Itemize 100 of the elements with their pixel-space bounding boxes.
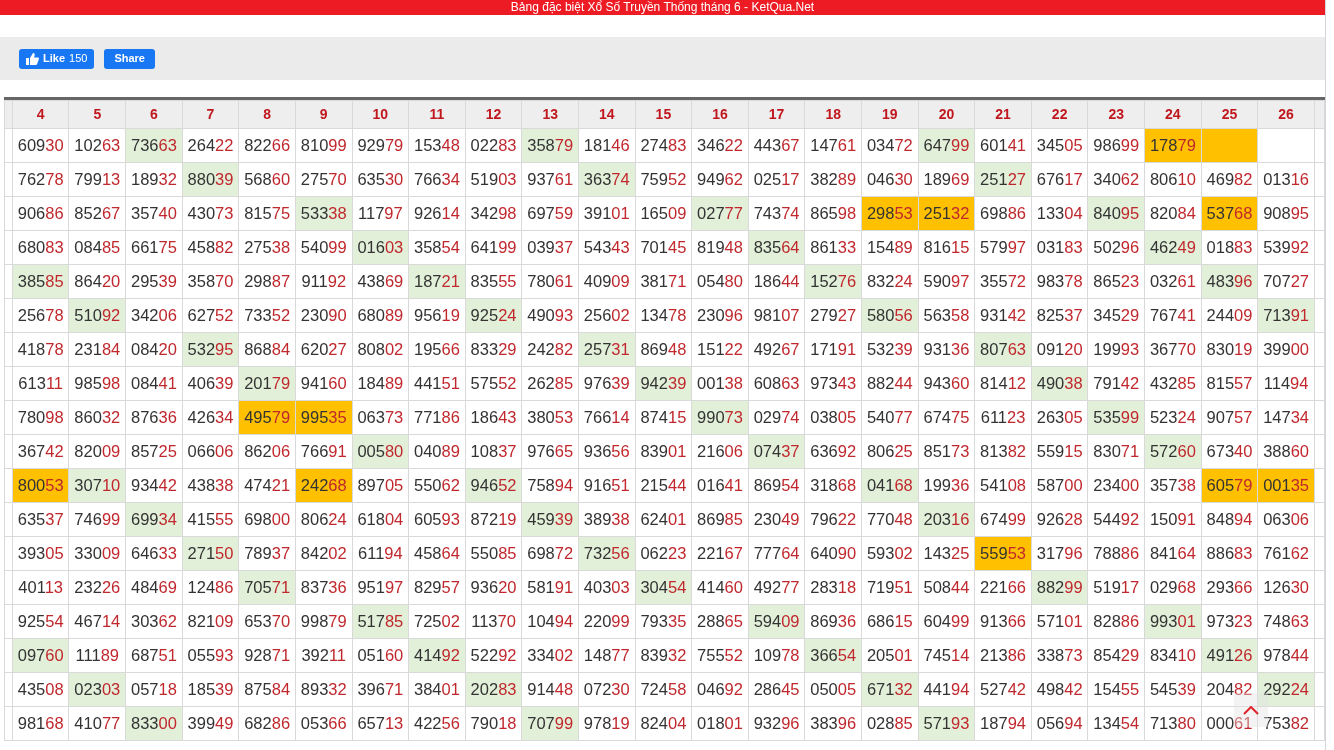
number-cell: 17191: [804, 332, 862, 367]
number-cell: 45864: [408, 536, 466, 571]
number-cell: 43869: [352, 264, 409, 299]
number-cell: 76614: [578, 400, 636, 435]
number-cell: 54539: [1144, 672, 1202, 707]
number-cell: 92628: [1031, 502, 1088, 537]
number-cell: 30362: [125, 604, 183, 639]
number-cell: 67475: [918, 400, 975, 435]
number-cell: 42634: [182, 400, 239, 435]
number-cell: 51917: [1087, 570, 1145, 605]
number-cell: 82537: [1031, 298, 1088, 333]
number-cell: 05480: [691, 264, 749, 299]
number-cell: 60593: [408, 502, 466, 537]
number-cell: 03937: [521, 230, 579, 265]
number-cell: 70799: [521, 706, 579, 741]
number-cell: 58056: [861, 298, 919, 333]
column-header: 17: [748, 100, 805, 129]
number-cell: 18643: [465, 400, 522, 435]
number-cell: 84202: [295, 536, 353, 571]
number-cell: 95197: [352, 570, 409, 605]
number-cell: 55953: [974, 536, 1032, 571]
number-cell: 78937: [238, 536, 296, 571]
number-cell: 13304: [1031, 196, 1088, 231]
column-header: 4: [12, 100, 69, 129]
number-cell: 40639: [182, 366, 239, 401]
number-cell: 16509: [635, 196, 692, 231]
number-cell: 97639: [578, 366, 636, 401]
number-cell: 58191: [521, 570, 579, 605]
share-button[interactable]: Share: [104, 48, 155, 69]
number-cell: 15489: [861, 230, 919, 265]
number-cell: 45882: [182, 230, 239, 265]
number-cell: 20316: [918, 502, 975, 537]
number-cell: 64090: [804, 536, 862, 571]
number-cell: 93136: [918, 332, 975, 367]
number-cell: 11797: [352, 196, 409, 231]
number-cell: 81948: [691, 230, 749, 265]
number-cell: 14761: [804, 128, 862, 163]
number-cell: 79142: [1087, 366, 1145, 401]
number-cell: 82109: [182, 604, 239, 639]
number-cell: 25132: [918, 196, 975, 231]
column-header: 5: [69, 100, 126, 129]
number-cell: 67499: [974, 502, 1032, 537]
number-cell: 98378: [1031, 264, 1088, 299]
column-header: 12: [465, 100, 522, 129]
number-cell: 91192: [295, 264, 353, 299]
number-cell: 88683: [1201, 536, 1258, 571]
number-cell: 60141: [974, 128, 1032, 163]
number-cell: 86420: [69, 264, 126, 299]
number-cell: 68083: [12, 230, 69, 265]
number-cell: 93620: [465, 570, 522, 605]
number-cell: 53992: [1257, 230, 1315, 265]
number-cell: 11189: [69, 638, 126, 673]
number-cell: 86884: [238, 332, 296, 367]
number-cell: 35870: [182, 264, 239, 299]
number-cell: 77186: [408, 400, 466, 435]
number-cell: 92524: [465, 298, 522, 333]
number-cell: 14325: [918, 536, 975, 571]
number-cell: 81412: [974, 366, 1032, 401]
number-cell: 98168: [12, 706, 69, 741]
column-header: 10: [352, 100, 409, 129]
number-cell: 03261: [1144, 264, 1202, 299]
number-cell: 05366: [295, 706, 353, 741]
number-cell: 11494: [1257, 366, 1315, 401]
number-cell: 54077: [861, 400, 919, 435]
number-cell: 79622: [804, 502, 862, 537]
number-cell: 34206: [125, 298, 183, 333]
number-cell: 91448: [521, 672, 579, 707]
caret-up-icon: [1243, 705, 1259, 715]
number-cell: 68751: [125, 638, 183, 673]
number-cell: 78886: [1087, 536, 1145, 571]
number-cell: 98107: [748, 298, 805, 333]
number-cell: 34622: [691, 128, 749, 163]
number-cell: 31796: [1031, 536, 1088, 571]
number-cell: 49038: [1031, 366, 1088, 401]
like-button[interactable]: Like 150: [19, 48, 95, 69]
number-cell: 08420: [125, 332, 183, 367]
number-cell: 39305: [12, 536, 69, 571]
number-cell: 71380: [1144, 706, 1202, 741]
number-cell: 83901: [635, 434, 692, 469]
number-cell: 25678: [12, 298, 69, 333]
number-cell: 25731: [578, 332, 636, 367]
number-cell: 07437: [748, 434, 805, 469]
number-cell: 54492: [1087, 502, 1145, 537]
number-cell: 49267: [748, 332, 805, 367]
number-cell: 05160: [352, 638, 409, 673]
number-cell: 10978: [748, 638, 805, 673]
number-cell: 07230: [578, 672, 636, 707]
number-cell: 93442: [125, 468, 183, 503]
number-cell: 15276: [804, 264, 862, 299]
number-cell: 76162: [1257, 536, 1315, 571]
number-cell: 38171: [635, 264, 692, 299]
number-cell: 38053: [521, 400, 579, 435]
number-cell: 40113: [12, 570, 69, 605]
number-cell: 83736: [295, 570, 353, 605]
number-cell: 87415: [635, 400, 692, 435]
number-cell: 86032: [69, 400, 126, 435]
number-cell: 27538: [238, 230, 296, 265]
number-cell: 18794: [974, 706, 1032, 741]
number-cell: 69800: [238, 502, 296, 537]
number-cell: 73352: [238, 298, 296, 333]
